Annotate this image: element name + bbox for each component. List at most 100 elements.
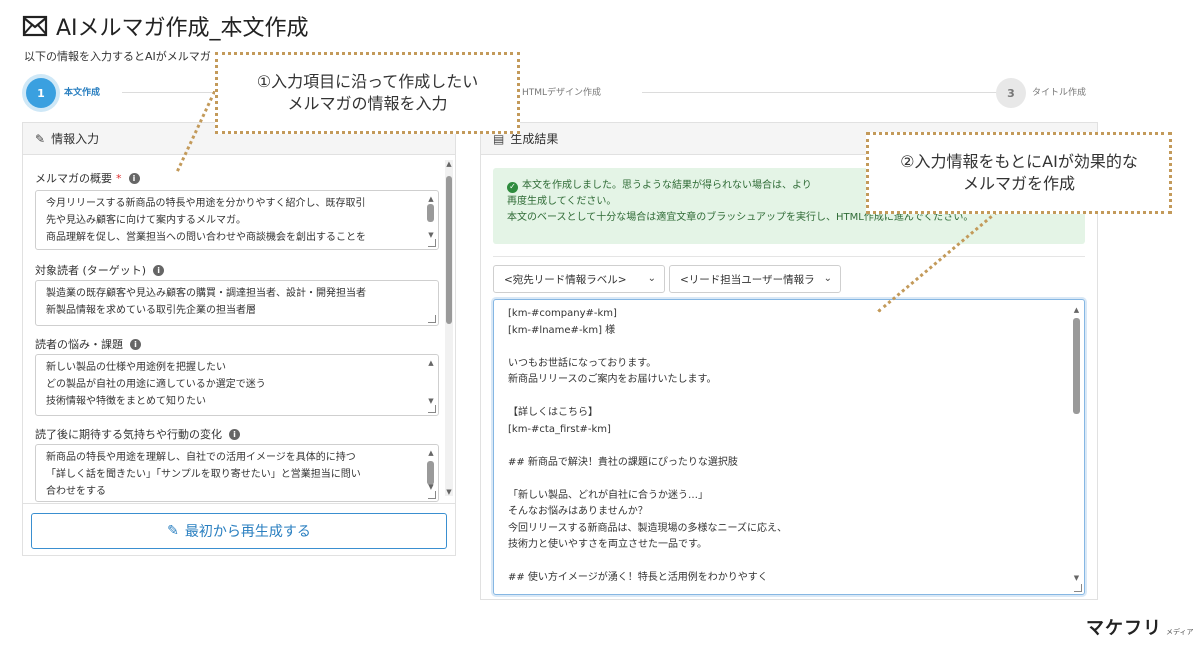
pencil-icon: ✎ bbox=[167, 523, 179, 539]
info-icon[interactable]: i bbox=[229, 428, 240, 440]
output-line: そんなお悩みはありませんか？ bbox=[508, 506, 648, 517]
select-value: <リード担当ユーザー情報ラ bbox=[680, 273, 815, 286]
textarea-line: 製造業の既存顧客や見込み顧客の購買・調達担当者、設計・開発担当者 bbox=[46, 288, 366, 299]
resize-grip-icon[interactable] bbox=[428, 405, 436, 413]
textarea-line: どの製品が自社の用途に適しているか選定で迷う bbox=[46, 379, 266, 390]
lead-owner-select[interactable]: <リード担当ユーザー情報ラ ⌄ bbox=[669, 265, 841, 293]
output-scroll-thumb[interactable] bbox=[1073, 318, 1080, 414]
panel-divider bbox=[23, 503, 455, 504]
step-connector bbox=[642, 92, 1012, 93]
output-line: いつもお世話になっております。 bbox=[508, 357, 657, 369]
input-panel: ✎ 情報入力 メルマガの概要 * i 今月リリースする新商品の特長や用途を分かりやす… bbox=[22, 122, 456, 556]
pain-textarea[interactable]: 新しい製品の仕様や用途例を把握したい どの製品が自社の用途に適しているか選定で迷… bbox=[35, 354, 439, 416]
output-line: 【詳しくはこちら】 bbox=[508, 407, 598, 418]
textarea-line: 新製品情報を求めている取引先企業の担当者層 bbox=[46, 305, 256, 316]
brand-sub: メディア bbox=[1166, 628, 1194, 636]
textarea-line: 今月リリースする新商品の特長や用途を分かりやすく紹介し、既存取引 bbox=[46, 198, 366, 209]
resize-grip-icon[interactable] bbox=[1074, 584, 1082, 592]
form-scroll-thumb[interactable] bbox=[446, 176, 452, 324]
mail-icon bbox=[22, 15, 48, 37]
info-icon[interactable]: i bbox=[128, 172, 140, 184]
form-scrollbar[interactable]: ▲ ▼ bbox=[445, 160, 453, 496]
brand-name: マケフリ bbox=[1086, 618, 1162, 639]
output-line: 今回リリースする新商品は、製造現場の多様なニーズに応え、 bbox=[508, 522, 787, 534]
scroll-down-icon[interactable]: ▼ bbox=[427, 483, 435, 491]
output-line: ## 使い方イメージが湧く！特長と活用例をわかりやすく bbox=[508, 572, 768, 583]
input-panel-title: 情報入力 bbox=[51, 132, 100, 146]
step-3-label[interactable]: タイトル作成 bbox=[1032, 85, 1086, 98]
lead-label-select[interactable]: <宛先リード情報ラベル> ⌄ bbox=[493, 265, 665, 293]
field-label-change: 読了後に期待する気持ちや行動の変化 i bbox=[35, 426, 240, 442]
chevron-down-icon: ⌄ bbox=[647, 273, 656, 284]
target-textarea[interactable]: 製造業の既存顧客や見込み顧客の購買・調達担当者、設計・開発担当者 新製品情報を求… bbox=[35, 280, 439, 326]
textarea-scrollbar[interactable]: ▲ ▼ bbox=[427, 195, 434, 245]
output-scrollbar[interactable]: ▲ ▼ bbox=[1072, 306, 1081, 582]
edit-icon: ✎ bbox=[35, 131, 46, 146]
scroll-up-icon[interactable]: ▲ bbox=[427, 359, 435, 367]
form-area: メルマガの概要 * i 今月リリースする新商品の特長や用途を分かりやすく紹介し、既存… bbox=[23, 156, 455, 626]
output-line: 技術力と使いやすさを両立させた一品です。 bbox=[508, 539, 707, 550]
scroll-up-icon[interactable]: ▲ bbox=[427, 195, 435, 203]
resize-grip-icon[interactable] bbox=[428, 315, 436, 323]
scroll-down-icon[interactable]: ▼ bbox=[1072, 574, 1081, 582]
output-line: ## 新商品で解決！貴社の課題にぴったりな選択肢 bbox=[508, 456, 738, 468]
scroll-up-icon[interactable]: ▲ bbox=[1072, 306, 1081, 314]
field-label-pain: 読者の悩み・課題 i bbox=[35, 336, 141, 352]
scroll-down-icon[interactable]: ▼ bbox=[427, 231, 435, 239]
info-icon[interactable]: i bbox=[130, 338, 141, 350]
scroll-up-icon[interactable]: ▲ bbox=[445, 160, 453, 168]
callout-line: ②入力情報をもとにAIが効果的な bbox=[900, 152, 1138, 171]
generated-text-area[interactable]: [km-#company#-km] [km-#lname#-km] 様 いつもお… bbox=[493, 299, 1085, 595]
step-2-label[interactable]: HTMLデザイン作成 bbox=[522, 85, 601, 98]
step-1-label[interactable]: 本文作成 bbox=[64, 85, 100, 98]
output-line: 「新しい製品、どれが自社に合うか迷う…」 bbox=[508, 489, 708, 501]
textarea-line: 合わせをする bbox=[46, 486, 106, 497]
stepper: 1 本文作成 HTMLデザイン作成 3 タイトル作成 bbox=[22, 76, 1097, 110]
required-mark: * bbox=[116, 171, 122, 185]
regenerate-button[interactable]: ✎ 最初から再生成する bbox=[31, 513, 447, 549]
callout-line: メルマガを作成 bbox=[962, 174, 1075, 193]
resize-grip-icon[interactable] bbox=[428, 491, 436, 499]
overview-textarea[interactable]: 今月リリースする新商品の特長や用途を分かりやすく紹介し、既存取引 先や見込み顧客… bbox=[35, 190, 439, 250]
output-line: [km-#company#-km] bbox=[508, 308, 617, 319]
success-text: 本文を作成しました。思うような結果が得られない場合は、より bbox=[522, 180, 812, 191]
field-label-text: メルマガの概要 bbox=[35, 172, 112, 185]
field-label-text: 対象読者 (ターゲット) bbox=[35, 264, 147, 277]
textarea-line: 商品理解を促し、営業担当への問い合わせや商談機会を創出することを bbox=[46, 232, 366, 243]
change-textarea[interactable]: 新商品の特長や用途を理解し、自社での活用イメージを具体的に持つ 「詳しく話を聞き… bbox=[35, 444, 439, 502]
field-label-overview: メルマガの概要 * i bbox=[35, 170, 140, 186]
scroll-thumb[interactable] bbox=[427, 461, 434, 485]
textarea-scrollbar[interactable]: ▲ ▼ bbox=[427, 449, 434, 497]
textarea-line: 技術情報や特徴をまとめて知りたい bbox=[46, 396, 206, 407]
field-label-target: 対象読者 (ターゲット) i bbox=[35, 262, 165, 278]
page-subtitle: 以下の情報を入力するとAIがメルマガ bbox=[24, 50, 211, 63]
textarea-line: 「詳しく話を聞きたい」「サンプルを取り寄せたい」と営業担当に問い bbox=[46, 469, 361, 480]
callout-line: メルマガの情報を入力 bbox=[287, 94, 448, 113]
select-value: <宛先リード情報ラベル> bbox=[504, 273, 627, 286]
callout-input-instruction: ①入力項目に沿って作成したい メルマガの情報を入力 bbox=[215, 52, 520, 134]
field-label-text: 読了後に期待する気持ちや行動の変化 bbox=[35, 428, 222, 441]
brand-logo: マケフリ メディア bbox=[1086, 614, 1194, 640]
page-title: AIメルマガ作成_本文作成 bbox=[22, 10, 309, 42]
callout-ai-generation: ②入力情報をもとにAIが効果的な メルマガを作成 bbox=[866, 132, 1172, 214]
step-1-circle[interactable]: 1 bbox=[26, 78, 56, 108]
textarea-line: 新商品の特長や用途を理解し、自社での活用イメージを具体的に持つ bbox=[46, 452, 356, 463]
scroll-up-icon[interactable]: ▲ bbox=[427, 449, 435, 457]
chevron-down-icon: ⌄ bbox=[823, 273, 832, 284]
callout-line: ①入力項目に沿って作成したい bbox=[256, 72, 479, 91]
scroll-thumb[interactable] bbox=[427, 204, 434, 222]
step-3-circle[interactable]: 3 bbox=[996, 78, 1026, 108]
scroll-down-icon[interactable]: ▼ bbox=[427, 397, 435, 405]
output-line: [km-#lname#-km] 様 bbox=[508, 324, 616, 336]
resize-grip-icon[interactable] bbox=[428, 239, 436, 247]
scroll-down-icon[interactable]: ▼ bbox=[445, 488, 453, 496]
textarea-scrollbar[interactable]: ▲ ▼ bbox=[427, 359, 434, 411]
output-line: 新商品リリースのご案内をお届けいたします。 bbox=[508, 374, 717, 385]
info-icon[interactable]: i bbox=[153, 264, 165, 276]
field-label-text: 読者の悩み・課題 bbox=[35, 338, 123, 351]
